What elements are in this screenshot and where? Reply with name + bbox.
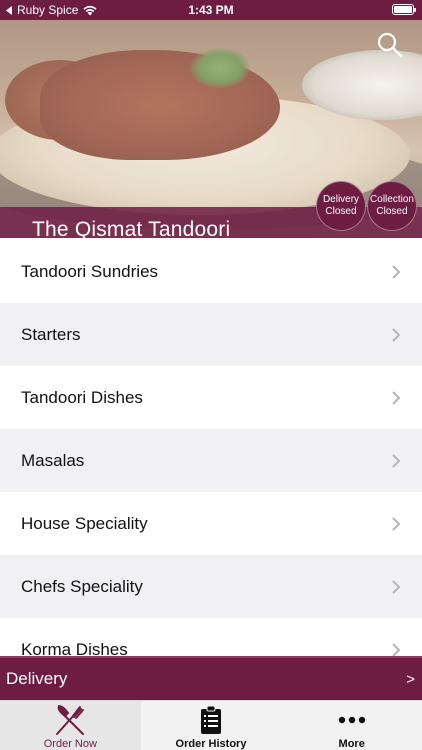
menu-category-label: House Speciality — [21, 513, 148, 533]
menu-category-label: Masalas — [21, 450, 85, 470]
menu-category-label: Tandoori Sundries — [21, 261, 159, 281]
menu-category-item[interactable]: Tandoori Dishes — [0, 366, 422, 429]
tab-label: More — [338, 738, 365, 750]
tab-label: Order Now — [43, 738, 97, 750]
chevron-right-icon — [392, 516, 401, 531]
order-mode-arrow: > — [406, 670, 415, 688]
chevron-right-icon — [392, 453, 401, 468]
battery-icon — [392, 4, 416, 15]
menu-category-label: Tandoori Dishes — [21, 387, 143, 407]
menu-category-label: Korma Dishes — [21, 639, 128, 657]
clipboard-icon — [201, 705, 221, 734]
chevron-right-icon — [392, 642, 401, 656]
delivery-badge-line1: Delivery — [322, 194, 360, 205]
tab-label: Order History — [175, 738, 247, 750]
delivery-status-badge: Delivery Closed — [316, 181, 366, 231]
menu-category-item[interactable]: Starters — [0, 303, 422, 366]
menu-category-item[interactable]: Chefs Speciality — [0, 555, 422, 618]
chevron-right-icon — [392, 264, 401, 279]
chevron-right-icon — [392, 579, 401, 594]
tab-more[interactable]: More — [281, 701, 422, 750]
order-mode-label: Delivery — [6, 669, 68, 688]
tab-order-history[interactable]: Order History — [141, 701, 282, 750]
delivery-badge-line2: Closed — [325, 206, 357, 217]
menu-category-item[interactable]: Masalas — [0, 429, 422, 492]
search-button[interactable] — [376, 31, 404, 59]
collection-badge-line1: Collection — [370, 194, 414, 205]
status-time: 1:43 PM — [188, 3, 234, 17]
menu-category-label: Starters — [21, 324, 81, 344]
status-bar: Ruby Spice 1:43 PM — [0, 0, 422, 20]
fork-knife-icon — [56, 704, 85, 735]
search-icon — [377, 32, 403, 58]
hero-banner: The Qismat Tandoori Delivery Closed Coll… — [0, 20, 422, 238]
chevron-right-icon — [392, 390, 401, 405]
menu-category-list: Tandoori Sundries Starters Tandoori Dish… — [0, 240, 422, 656]
menu-category-label: Chefs Speciality — [21, 576, 143, 596]
collection-status-badge: Collection Closed — [367, 181, 417, 231]
order-mode-bar[interactable]: Delivery > — [0, 656, 422, 700]
tab-bar: Order Now Order History More — [0, 700, 422, 750]
restaurant-name: The Qismat Tandoori — [32, 218, 231, 238]
chevron-right-icon — [392, 327, 401, 342]
collection-badge-line2: Closed — [376, 206, 408, 217]
tab-order-now[interactable]: Order Now — [0, 701, 141, 750]
more-dots-icon — [338, 716, 365, 724]
menu-category-item[interactable]: House Speciality — [0, 492, 422, 555]
menu-category-item[interactable]: Tandoori Sundries — [0, 240, 422, 303]
menu-category-item[interactable]: Korma Dishes — [0, 618, 422, 656]
